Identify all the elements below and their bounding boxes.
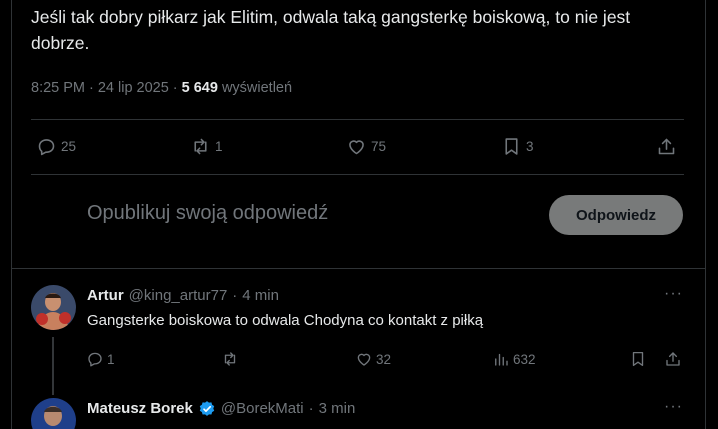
views-label: wyświetleń (221, 80, 293, 96)
thread-connector (52, 337, 54, 395)
reply-action[interactable]: 1 (86, 350, 115, 368)
author-handle[interactable]: @king_artur77 (129, 287, 228, 304)
reply-icon (38, 139, 55, 156)
views-count: 5 649 (181, 80, 218, 96)
meta-separator: · (89, 80, 94, 96)
reply-time[interactable]: 4 min (242, 287, 279, 304)
bookmark-icon (632, 351, 644, 367)
column-border-left (11, 0, 12, 429)
divider (11, 268, 706, 269)
share-icon (658, 138, 675, 155)
reply-compose-input[interactable]: Opublikuj swoją odpowiedź (87, 202, 328, 225)
tweet-date[interactable]: 24 lip 2025 (98, 80, 169, 96)
reply-count: 1 (107, 351, 115, 367)
bookmark-icon (505, 138, 518, 155)
bookmark-action[interactable]: 3 (501, 136, 534, 157)
meta-separator: · (308, 400, 314, 417)
heart-icon (349, 140, 364, 155)
like-count: 32 (376, 351, 392, 367)
more-options-icon[interactable]: ··· (664, 285, 683, 303)
reply-header: Artur @king_artur77 · 4 min (87, 287, 279, 304)
reply-text: Gangsterke boiskowa to odwala Chodyna co… (87, 312, 484, 329)
avatar-image (31, 285, 76, 330)
share-icon (666, 352, 680, 366)
reply-count: 25 (61, 139, 77, 154)
repost-action[interactable] (221, 350, 242, 368)
share-action[interactable] (656, 136, 677, 157)
reply-submit-button[interactable]: Odpowiedz (549, 195, 683, 235)
repost-icon (194, 138, 207, 155)
tweet-detail-view: Jeśli tak dobry piłkarz jak Elitim, odwa… (0, 0, 718, 429)
author-handle[interactable]: @BorekMati (221, 400, 304, 417)
reply-icon (88, 352, 102, 367)
meta-separator: · (232, 287, 238, 304)
like-count: 75 (371, 139, 387, 154)
verified-badge-icon (198, 400, 216, 418)
more-options-icon[interactable]: ··· (664, 398, 683, 416)
tweet-time[interactable]: 8:25 PM (31, 80, 85, 96)
column-border-right (705, 0, 706, 429)
like-action[interactable]: 75 (346, 136, 386, 157)
repost-action[interactable]: 1 (190, 136, 223, 157)
tweet-meta: 8:25 PM · 24 lip 2025 · 5 649 wyświetleń (31, 80, 292, 96)
reply-action[interactable]: 25 (36, 136, 76, 157)
author-name[interactable]: Artur (87, 287, 124, 304)
repost-count: 1 (215, 139, 223, 154)
bookmark-action[interactable] (629, 350, 647, 368)
tweet-text: Jeśli tak dobry piłkarz jak Elitim, odwa… (31, 7, 631, 53)
views-action[interactable]: 632 (492, 350, 536, 368)
reply-time[interactable]: 3 min (319, 400, 356, 417)
divider (31, 119, 684, 120)
views-count: 632 (513, 351, 536, 367)
heart-icon (357, 353, 371, 366)
avatar[interactable] (31, 398, 76, 429)
share-action[interactable] (664, 350, 682, 368)
meta-separator: · (172, 80, 178, 96)
like-action[interactable]: 32 (355, 350, 391, 368)
avatar[interactable] (31, 285, 76, 330)
analytics-icon (495, 353, 508, 366)
repost-icon (224, 352, 236, 366)
avatar-image (31, 398, 76, 429)
reply-header: Mateusz Borek @BorekMati · 3 min (87, 400, 355, 418)
bookmark-count: 3 (526, 139, 534, 154)
divider (31, 174, 684, 175)
author-name[interactable]: Mateusz Borek (87, 400, 193, 417)
